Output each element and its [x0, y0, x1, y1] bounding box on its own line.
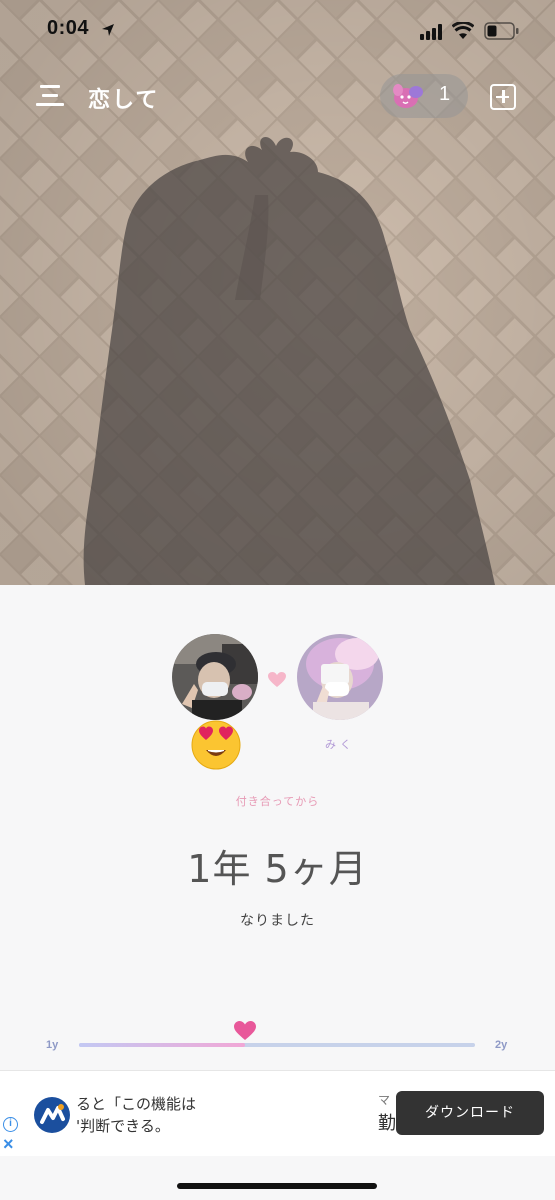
- timeline-track: [79, 1043, 475, 1047]
- ad-logo: [34, 1097, 70, 1133]
- heart-icon: [268, 672, 286, 687]
- home-indicator[interactable]: [177, 1183, 377, 1189]
- ad-info-icon[interactable]: i: [3, 1117, 18, 1132]
- battery-icon: [484, 22, 519, 40]
- top-nav: 恋して 1: [0, 72, 555, 122]
- app-title: 恋して: [88, 88, 160, 113]
- partner-avatar[interactable]: [297, 634, 383, 720]
- ad-banner[interactable]: i × ると「この機能は '判断できる。 マ 勤 ダウンロード: [0, 1070, 555, 1156]
- status-bar: 0:04: [0, 0, 555, 62]
- relationship-duration: 1年 5ヶ月: [187, 847, 368, 891]
- my-avatar[interactable]: [172, 634, 258, 720]
- ad-text: ると「この機能は '判断できる。: [76, 1095, 197, 1135]
- status-time: 0:04: [47, 17, 90, 39]
- ad-close-icon[interactable]: ×: [3, 1134, 14, 1155]
- wifi-icon: [452, 22, 474, 39]
- cellular-signal-icon: [420, 24, 442, 40]
- timeline-end-label: 2y: [495, 1039, 508, 1051]
- points-button[interactable]: 1: [380, 74, 468, 118]
- timeline-heart-icon: [234, 1021, 257, 1040]
- partner-avatar-photo: [297, 634, 383, 720]
- mood-emoji: [191, 720, 241, 770]
- my-avatar-photo: [172, 634, 258, 720]
- download-button[interactable]: ダウンロード: [396, 1091, 544, 1135]
- became-label: なりました: [240, 913, 315, 929]
- points-count: 1: [439, 83, 451, 105]
- ad-logo-mark: [40, 1104, 65, 1124]
- location-arrow-icon: [102, 24, 114, 36]
- partner-name: みく: [325, 738, 355, 751]
- add-icon[interactable]: [490, 84, 516, 110]
- timeline-progress: [79, 1043, 246, 1047]
- since-label: 付き合ってから: [235, 795, 320, 808]
- timeline-start-label: 1y: [46, 1039, 59, 1051]
- mascot-icon: [393, 84, 423, 108]
- ad-right-text-bottom: 勤: [378, 1113, 396, 1134]
- ad-right-text-top: マ: [378, 1093, 391, 1107]
- menu-icon[interactable]: [36, 83, 64, 109]
